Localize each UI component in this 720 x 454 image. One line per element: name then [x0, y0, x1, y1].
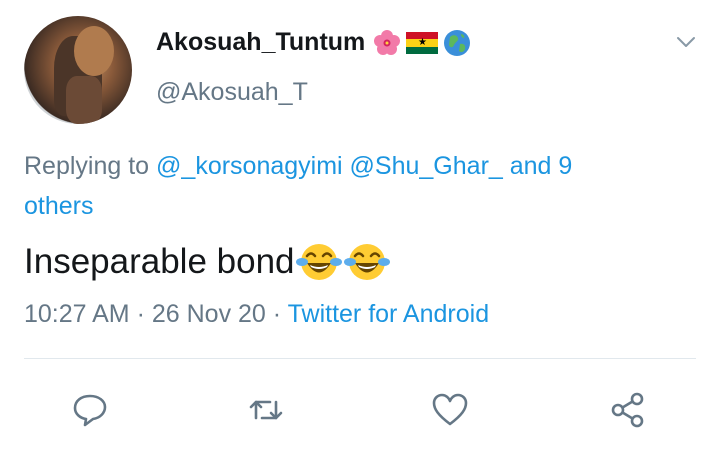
- face-with-tears-of-joy-icon: [295, 244, 342, 280]
- hibiscus-icon: [374, 30, 400, 55]
- tweet-text: Inseparable bond: [24, 238, 391, 286]
- reply-button[interactable]: [68, 388, 112, 432]
- meta-separator: ·: [136, 300, 145, 328]
- tweet-source[interactable]: Twitter for Android: [288, 300, 489, 328]
- action-bar: [0, 380, 720, 440]
- meta-separator: ·: [272, 300, 282, 328]
- mention-link[interactable]: @_korsonagyimi: [156, 152, 343, 180]
- globe-icon: [444, 30, 470, 56]
- tweet-date[interactable]: 26 Nov 20: [152, 300, 266, 328]
- chevron-down-icon[interactable]: [674, 30, 698, 54]
- avatar-figure: [74, 26, 114, 76]
- like-button[interactable]: [428, 388, 472, 432]
- retweet-icon: [249, 400, 283, 420]
- tweet-header: Akosuah_Tuntum ★ @Akosuah_T: [0, 0, 720, 140]
- mention-link[interactable]: @Shu_Ghar_: [350, 152, 503, 180]
- user-handle[interactable]: @Akosuah_T: [156, 78, 308, 107]
- avatar-figure: [66, 76, 102, 124]
- display-name[interactable]: Akosuah_Tuntum: [156, 28, 365, 57]
- replying-to: Replying to @_korsonagyimi @Shu_Ghar_ an…: [24, 146, 644, 226]
- share-button[interactable]: [606, 388, 650, 432]
- reply-icon: [73, 394, 107, 427]
- retweet-button[interactable]: [244, 388, 288, 432]
- face-with-tears-of-joy-icon: [343, 244, 390, 280]
- tweet-meta: 10:27 AM · 26 Nov 20 · Twitter for Andro…: [24, 300, 489, 329]
- like-icon: [432, 393, 468, 426]
- name-emojis: ★: [372, 28, 472, 58]
- share-icon: [611, 392, 644, 428]
- tweet-body: Inseparable bond: [24, 242, 295, 281]
- avatar[interactable]: [24, 16, 132, 124]
- divider: [24, 358, 696, 359]
- replying-to-label: Replying to: [24, 152, 150, 180]
- ghana-flag-icon: ★: [406, 32, 438, 54]
- tweet-time[interactable]: 10:27 AM: [24, 300, 130, 328]
